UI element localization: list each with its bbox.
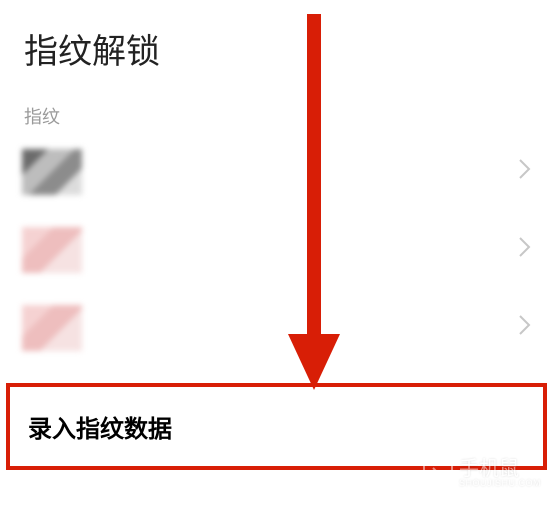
- chevron-right-icon: [519, 237, 531, 263]
- fingerprint-thumb: [22, 305, 82, 351]
- chevron-right-icon: [519, 315, 531, 341]
- chevron-right-icon: [519, 159, 531, 185]
- fingerprint-row[interactable]: [0, 133, 553, 211]
- fingerprint-row[interactable]: [0, 289, 553, 367]
- page-title: 指纹解锁: [0, 0, 553, 73]
- watermark-text-en: SHOUJISHU.COM: [459, 479, 541, 488]
- fingerprint-row[interactable]: [0, 211, 553, 289]
- fingerprint-thumb: [22, 227, 82, 273]
- section-label: 指纹: [0, 73, 553, 133]
- fingerprint-thumb: [22, 149, 82, 195]
- add-fingerprint-label: 录入指纹数据: [28, 416, 172, 443]
- add-fingerprint-row[interactable]: 录入指纹数据: [6, 383, 547, 470]
